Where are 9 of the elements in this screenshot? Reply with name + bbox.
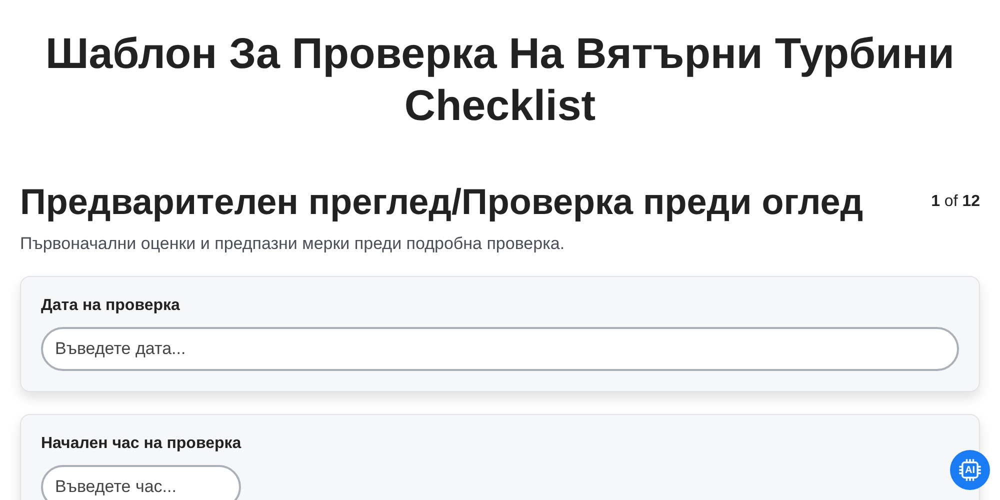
page-counter: 1 of 12 bbox=[931, 193, 980, 211]
section-description: Първоначални оценки и предпазни мерки преди подробна проверка. bbox=[20, 234, 566, 254]
page-title: Шаблон За Проверка На Вятърни Турбини Checklist bbox=[44, 29, 956, 132]
field-label: Начален час на проверка bbox=[41, 435, 242, 453]
section-heading: Предварителен преглед/Проверка преди оглед bbox=[20, 180, 864, 224]
field-label: Дата на проверка bbox=[41, 297, 180, 315]
input-field[interactable]: Въведете час... bbox=[41, 465, 241, 500]
input-field[interactable]: Въведете дата... bbox=[41, 327, 959, 371]
chip-icon bbox=[957, 457, 983, 483]
